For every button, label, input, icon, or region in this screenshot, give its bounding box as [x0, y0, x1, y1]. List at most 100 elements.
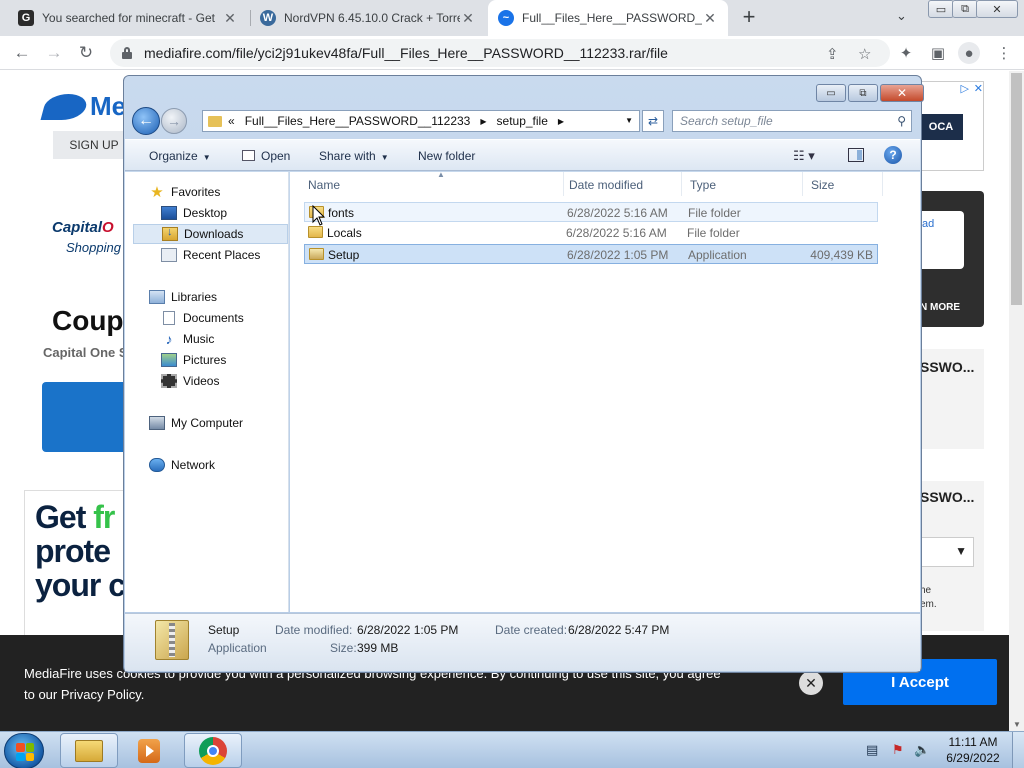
- side-panel-icon[interactable]: ▣: [928, 43, 948, 63]
- show-desktop-button[interactable]: [1012, 732, 1024, 768]
- share-with-menu[interactable]: Share with ▼: [319, 149, 389, 163]
- mediafire-logo[interactable]: Me: [40, 91, 126, 122]
- reload-icon[interactable]: ↻: [74, 41, 98, 65]
- preview-pane-icon[interactable]: [848, 148, 864, 162]
- right-ad-banner[interactable]: ▷ ✕ OCA: [918, 81, 984, 171]
- tray-network-icon[interactable]: ▤: [866, 742, 878, 758]
- open-button[interactable]: Open: [242, 149, 290, 163]
- tab-minecraft-search[interactable]: G You searched for minecraft - Get ✕: [8, 0, 248, 36]
- capital-one-logo[interactable]: CapitalO: [52, 219, 114, 236]
- tab-close-icon[interactable]: ✕: [222, 10, 238, 27]
- favorites-star-icon: ★: [150, 184, 164, 201]
- address-bar[interactable]: mediafire.com/file/yci2j91ukev48fa/Full_…: [110, 39, 890, 67]
- help-icon[interactable]: ?: [884, 146, 902, 164]
- network-globe-icon: [149, 458, 165, 472]
- browser-menu-icon[interactable]: ⋮: [994, 43, 1014, 63]
- new-tab-button[interactable]: +: [737, 4, 761, 30]
- taskbar-media-player-button[interactable]: [120, 733, 178, 768]
- nav-pictures[interactable]: Pictures: [161, 350, 226, 370]
- bookmark-star-icon[interactable]: ☆: [858, 45, 871, 63]
- breadcrumb-arrow-icon[interactable]: ▶: [558, 117, 564, 126]
- column-header-size[interactable]: Size: [803, 172, 883, 196]
- browser-close-button[interactable]: ✕: [976, 0, 1018, 18]
- browser-toolbar: ← → ↻ mediafire.com/file/yci2j91ukev48fa…: [0, 36, 1024, 70]
- address-url: mediafire.com/file/yci2j91ukev48fa/Full_…: [144, 45, 668, 61]
- page-scrollbar[interactable]: ▲ ▼: [1009, 71, 1024, 731]
- nav-videos[interactable]: Videos: [161, 371, 219, 391]
- application-large-icon: [155, 620, 189, 660]
- new-folder-button[interactable]: New folder: [418, 149, 475, 163]
- explorer-address-bar[interactable]: « Full__Files_Here__PASSWORD__112233 ▶ s…: [202, 110, 640, 132]
- explorer-command-bar: Organize ▼ Open Share with ▼ New folder ☷ …: [125, 139, 920, 171]
- explorer-refresh-icon[interactable]: ⇄: [642, 110, 664, 132]
- windows-taskbar: ▤ ⚑ 🔈 11:11 AM 6/29/2022: [0, 731, 1024, 768]
- forward-arrow-icon[interactable]: →: [42, 41, 66, 65]
- explorer-forward-icon[interactable]: →: [161, 108, 187, 134]
- tab-nordvpn[interactable]: W NordVPN 6.45.10.0 Crack + Torre ✕: [250, 0, 486, 36]
- tab-mediafire[interactable]: ~ Full__Files_Here__PASSWORD__1 ✕: [488, 0, 728, 36]
- nav-music[interactable]: ♪ Music: [161, 329, 215, 349]
- breadcrumb-item[interactable]: Full__Files_Here__PASSWORD__112233: [245, 114, 471, 128]
- organize-menu[interactable]: Organize ▼: [149, 149, 211, 163]
- nav-my-computer[interactable]: My Computer: [149, 413, 243, 433]
- nav-favorites[interactable]: ★ Favorites: [149, 182, 220, 202]
- downloads-folder-icon: [162, 226, 178, 241]
- clock-time: 11:11 AM: [948, 735, 998, 749]
- breadcrumb-arrow-icon[interactable]: ▶: [480, 117, 486, 126]
- details-date-created: 6/28/2022 5:47 PM: [568, 623, 670, 637]
- cookie-close-icon[interactable]: ✕: [799, 671, 823, 695]
- recent-places-icon: [161, 248, 177, 262]
- share-icon[interactable]: ⇪: [826, 45, 839, 63]
- right-select-dropdown[interactable]: ▼: [918, 537, 974, 567]
- file-row-setup[interactable]: Setup 6/28/2022 1:05 PM Application 409,…: [304, 244, 878, 264]
- nav-libraries[interactable]: Libraries: [149, 287, 217, 307]
- explorer-search-input[interactable]: Search setup_file ⚲: [672, 110, 912, 132]
- details-file-name: Setup: [208, 623, 240, 637]
- learn-more-link[interactable]: N MORE: [920, 302, 960, 313]
- nav-recent-places[interactable]: Recent Places: [161, 245, 260, 265]
- column-header-type[interactable]: Type: [682, 172, 803, 196]
- file-row-locals[interactable]: Locals 6/28/2022 5:16 AM File folder: [304, 223, 878, 243]
- file-list-pane: Name ▲ Date modified Type Size fonts 6/28…: [290, 170, 920, 612]
- scroll-down-icon[interactable]: ▼: [1013, 720, 1021, 729]
- tab-title: Full__Files_Here__PASSWORD__1: [522, 11, 702, 25]
- explorer-maximize-button[interactable]: ⧉: [848, 84, 878, 102]
- tab-search-icon[interactable]: ⌄: [896, 8, 907, 24]
- breadcrumb-item[interactable]: setup_file: [497, 114, 548, 128]
- start-button[interactable]: [4, 733, 44, 768]
- ad-close-icon[interactable]: ✕: [974, 82, 983, 95]
- search-icon[interactable]: ⚲: [897, 114, 906, 128]
- profile-avatar-icon[interactable]: ●: [958, 42, 980, 64]
- security-ad-banner[interactable]: Get fr prote your c: [24, 490, 134, 640]
- right-small-text: he em.: [920, 585, 937, 610]
- right-ad-card[interactable]: ad N MORE: [918, 191, 984, 327]
- back-arrow-icon[interactable]: ←: [10, 41, 34, 65]
- tray-volume-icon[interactable]: 🔈: [914, 742, 930, 758]
- breadcrumb-overflow[interactable]: «: [228, 114, 235, 128]
- taskbar-chrome-button[interactable]: [184, 733, 242, 768]
- nav-downloads[interactable]: Downloads: [133, 224, 288, 244]
- nav-network[interactable]: Network: [149, 455, 215, 475]
- browser-maximize-button[interactable]: ⧉: [952, 0, 978, 18]
- scrollbar-thumb[interactable]: [1011, 73, 1022, 305]
- taskbar-explorer-button[interactable]: [60, 733, 118, 768]
- taskbar-clock[interactable]: 11:11 AM 6/29/2022: [942, 734, 1004, 766]
- explorer-back-icon[interactable]: ←: [132, 107, 160, 135]
- explorer-close-button[interactable]: ✕: [880, 84, 924, 102]
- ad-info-icon[interactable]: ▷: [961, 82, 969, 95]
- column-header-name[interactable]: Name ▲: [300, 170, 564, 196]
- tab-close-icon[interactable]: ✕: [460, 10, 476, 27]
- tray-action-center-flag-icon[interactable]: ⚑: [892, 742, 904, 758]
- column-header-date-modified[interactable]: Date modified: [561, 172, 682, 196]
- extensions-puzzle-icon[interactable]: ✦: [896, 43, 916, 63]
- address-dropdown-icon[interactable]: ▼: [625, 116, 633, 125]
- navigation-pane: ★Favorites Desktop Downloads Recent Plac…: [125, 172, 289, 612]
- nav-desktop[interactable]: Desktop: [161, 203, 227, 223]
- lock-icon[interactable]: [122, 47, 132, 59]
- view-options-icon[interactable]: ☷ ▾: [793, 148, 815, 164]
- browser-minimize-button[interactable]: ▭: [928, 0, 954, 18]
- file-row-fonts[interactable]: fonts 6/28/2022 5:16 AM File folder: [304, 202, 878, 222]
- explorer-minimize-button[interactable]: ▭: [816, 84, 846, 102]
- tab-close-icon[interactable]: ✕: [702, 10, 718, 27]
- nav-documents[interactable]: Documents: [161, 308, 244, 328]
